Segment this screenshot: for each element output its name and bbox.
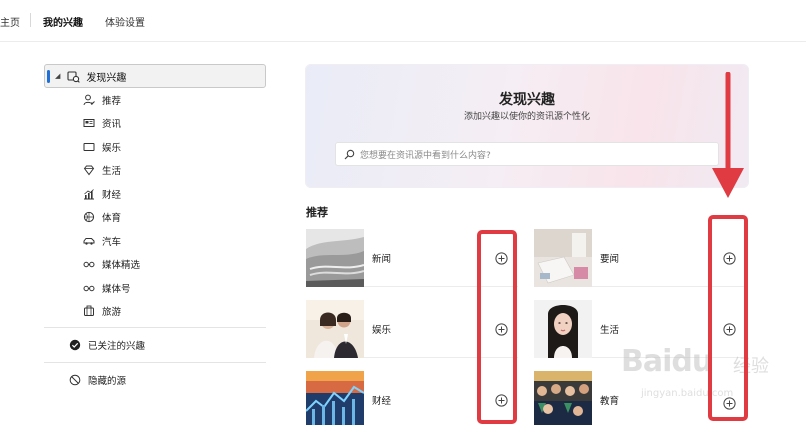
tab-divider (30, 13, 31, 27)
sidebar-item-label: 隐藏的源 (88, 376, 127, 387)
hero-title: 发现兴趣 (499, 92, 555, 108)
person-icon (82, 93, 96, 107)
sidebar-divider (44, 327, 266, 328)
card-name: 娱乐 (372, 325, 392, 336)
sidebar-item-label: 汽车 (102, 236, 122, 248)
sidebar-item-label: 媒体号 (102, 283, 131, 295)
sidebar-item-media-accounts[interactable]: 媒体号 (44, 276, 266, 300)
card-name: 新闻 (372, 254, 392, 265)
sidebar-item-label: 生活 (102, 166, 122, 178)
discover-icon (66, 69, 80, 83)
top-navigation: 主页 我的兴趣 体验设置 (0, 0, 806, 42)
sidebar-item-entertainment[interactable]: 娱乐 (44, 135, 266, 159)
screen-icon (82, 140, 96, 154)
sidebar-item-recommend[interactable]: 推荐 (44, 88, 266, 112)
tab-experience-settings[interactable]: 体验设置 (105, 14, 145, 29)
sidebar-divider (44, 362, 266, 363)
sidebar-item-label: 娱乐 (102, 142, 122, 154)
sidebar: ◢ 发现兴趣 推荐 资讯 娱乐 生活 财经 体育 汽车 媒体精选 媒体号 旅游 … (44, 64, 266, 393)
ball-icon (82, 210, 96, 224)
finance-thumbnail (306, 371, 364, 425)
search-input[interactable]: 您想要在资讯源中看到什么内容? (335, 142, 719, 166)
sidebar-item-label: 体育 (102, 213, 122, 225)
card-name: 生活 (600, 325, 620, 336)
life-thumbnail (534, 300, 592, 358)
annotation-box-right (708, 215, 748, 421)
headlines-thumbnail (534, 229, 592, 287)
sidebar-item-label: 推荐 (102, 95, 122, 107)
luggage-icon (82, 304, 96, 318)
sidebar-item-label: 财经 (102, 189, 122, 201)
search-icon (344, 148, 356, 160)
sidebar-item-followed-interests[interactable]: 已关注的兴趣 (44, 332, 266, 358)
sidebar-item-label: 发现兴趣 (86, 72, 127, 84)
news-icon (82, 116, 96, 130)
card-name: 要闻 (600, 254, 620, 265)
annotation-arrow-icon (712, 72, 744, 198)
sidebar-item-media-picks[interactable]: 媒体精选 (44, 253, 266, 277)
sidebar-item-label: 媒体精选 (102, 260, 141, 272)
sidebar-item-life[interactable]: 生活 (44, 159, 266, 183)
search-placeholder: 您想要在资讯源中看到什么内容? (360, 150, 491, 161)
tab-my-interests[interactable]: 我的兴趣 (43, 14, 83, 29)
app-root: 主页 我的兴趣 体验设置 ◢ 发现兴趣 推荐 资讯 娱乐 生活 财经 体育 汽车… (0, 0, 806, 425)
finance-chart-icon (82, 187, 96, 201)
collapse-caret-icon[interactable]: ◢ (55, 72, 60, 80)
card-name: 财经 (372, 396, 392, 407)
sidebar-item-auto[interactable]: 汽车 (44, 229, 266, 253)
tab-home[interactable]: 主页 (0, 14, 20, 29)
discover-hero-panel: 发现兴趣 添加兴趣以使你的资讯源个性化 您想要在资讯源中看到什么内容? (305, 64, 749, 188)
entertainment-thumbnail (306, 300, 364, 358)
selection-indicator (47, 70, 50, 83)
news-thumbnail (306, 229, 364, 287)
sidebar-item-sports[interactable]: 体育 (44, 206, 266, 230)
section-title-recommend: 推荐 (306, 206, 328, 219)
education-thumbnail (534, 371, 592, 425)
sidebar-item-hidden-sources[interactable]: 隐藏的源 (44, 367, 266, 393)
check-circle-icon (68, 338, 82, 352)
car-icon (82, 234, 96, 248)
hero-subtitle: 添加兴趣以使你的资讯源个性化 (463, 112, 590, 122)
block-icon (68, 373, 82, 387)
sidebar-item-finance[interactable]: 财经 (44, 182, 266, 206)
glasses-icon (82, 281, 96, 295)
sidebar-item-travel[interactable]: 旅游 (44, 300, 266, 324)
glasses-icon (82, 257, 96, 271)
sidebar-item-label: 旅游 (102, 307, 122, 319)
annotation-box-left (477, 230, 517, 424)
diamond-icon (82, 163, 96, 177)
sidebar-item-news[interactable]: 资讯 (44, 112, 266, 136)
sidebar-item-label: 已关注的兴趣 (88, 341, 146, 352)
sidebar-item-label: 资讯 (102, 119, 122, 131)
sidebar-item-discover[interactable]: ◢ 发现兴趣 (44, 64, 266, 88)
watermark-brand: Baidu (621, 344, 713, 379)
